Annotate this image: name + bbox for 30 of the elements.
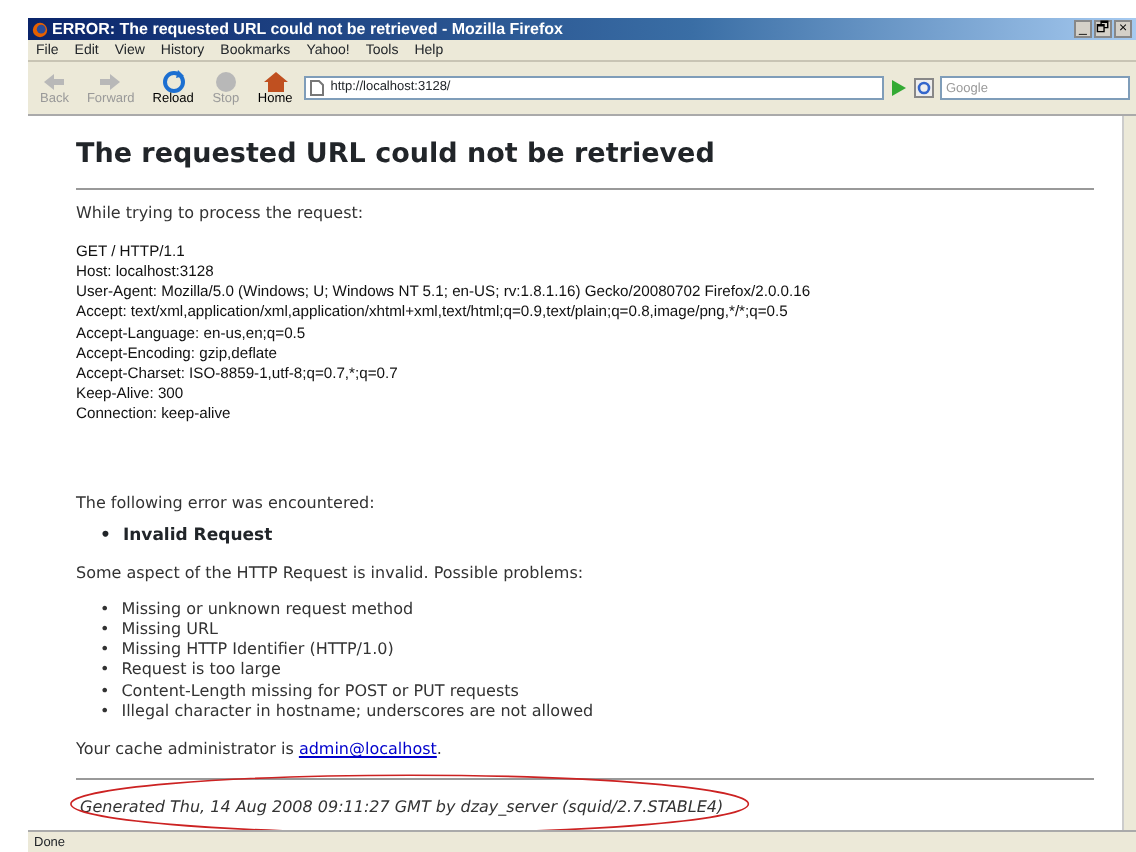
problem-item: Missing or unknown request method <box>121 599 414 620</box>
bullet: • <box>100 701 110 722</box>
page-icon <box>310 80 325 96</box>
browser-logo-icon <box>32 21 48 37</box>
intro-text: While trying to process the request: <box>76 202 366 227</box>
bullet: • <box>100 619 110 641</box>
problem-item: Missing URL <box>121 619 218 641</box>
house-icon <box>261 69 290 94</box>
problems-intro-text: Some aspect of the HTTP Request is invalid. Possible problems: <box>76 561 586 586</box>
admin-text: Your cache administrator is admin@localhost. <box>76 738 444 762</box>
right-arrow-icon <box>96 69 125 94</box>
left-arrow-icon <box>40 69 69 94</box>
window-title: ERROR: The requested URL could not be retrieved - Mozilla Firefox <box>52 17 563 41</box>
bullet: • <box>100 599 110 620</box>
admin-email-link[interactable]: admin@localhost <box>298 740 437 758</box>
bullet: • <box>100 640 110 661</box>
search-engine-icon[interactable] <box>914 78 934 98</box>
bullet: • <box>100 524 111 550</box>
error-name: Invalid Request <box>122 524 273 550</box>
bullet: • <box>100 660 110 682</box>
page-heading: The requested URL could not be retrieved <box>76 138 717 171</box>
stop-icon <box>211 69 240 94</box>
go-icon[interactable] <box>890 78 908 98</box>
problem-item: Content-Length missing for POST or PUT requests <box>121 681 519 702</box>
problem-item: Illegal character in hostname; underscores are not allowed <box>121 701 594 722</box>
problem-item: Request is too large <box>121 660 281 682</box>
problem-item: Missing HTTP Identifier (HTTP/1.0) <box>121 640 394 661</box>
bullet: • <box>100 681 110 702</box>
error-intro-text: The following error was encountered: <box>76 492 377 517</box>
footer-text: Generated Thu, 14 Aug 2008 09:11:27 GMT by dzay_server (squid/2.7.STABLE4) <box>78 796 726 820</box>
